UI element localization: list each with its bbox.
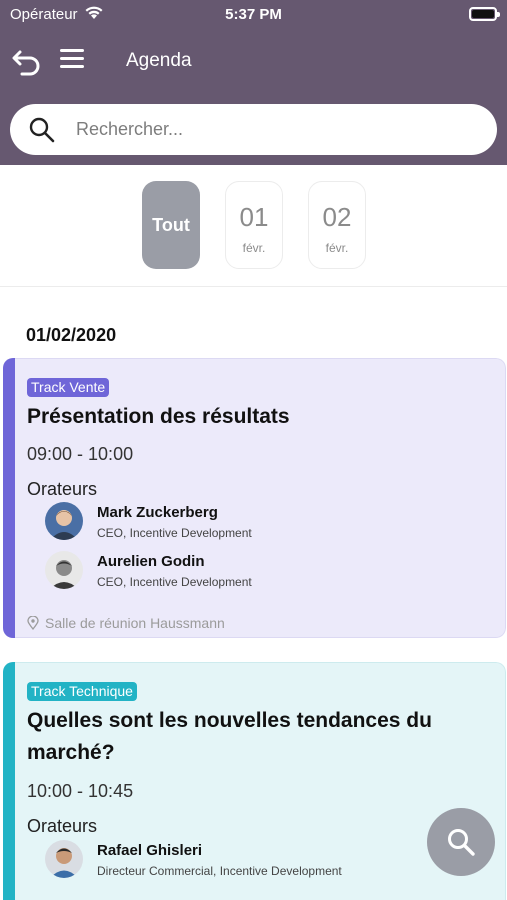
search-bar[interactable]: [10, 104, 497, 155]
session-location-label: Salle de réunion Haussmann: [45, 615, 225, 631]
session-card[interactable]: Track Technique Quelles sont les nouvell…: [3, 662, 506, 900]
status-bar: Opérateur 5:37 PM: [0, 0, 507, 30]
day-chip-all[interactable]: Tout: [142, 181, 200, 269]
session-location: Salle de réunion Haussmann: [27, 615, 225, 631]
search-icon: [29, 117, 55, 143]
session-card-body: Track Technique Quelles sont les nouvell…: [15, 662, 506, 900]
session-title: Quelles sont les nouvelles tendances du …: [27, 709, 432, 764]
session-card[interactable]: Track Vente Présentation des résultats 0…: [3, 358, 506, 638]
day-chip-number: 02: [322, 202, 352, 232]
track-color-bar: [3, 662, 15, 900]
session-time: 09:00 - 10:00: [27, 444, 134, 464]
speakers-label: Orateurs: [27, 479, 98, 499]
menu-icon[interactable]: [60, 49, 84, 71]
day-chip-number: 01: [239, 202, 269, 232]
speaker-name: Mark Zuckerberg: [97, 504, 218, 521]
avatar: [45, 551, 83, 589]
session-time: 10:00 - 10:45: [27, 781, 134, 801]
day-chip-month: févr.: [325, 241, 349, 255]
speaker-item[interactable]: Mark Zuckerberg CEO, Incentive Developme…: [45, 502, 465, 542]
day-chip-01[interactable]: 01 févr.: [225, 181, 283, 269]
day-chip-02[interactable]: 02 févr.: [308, 181, 366, 269]
avatar: [45, 840, 83, 878]
speaker-item[interactable]: Aurelien Godin CEO, Incentive Developmen…: [45, 551, 465, 591]
track-color-bar: [3, 358, 15, 638]
back-icon[interactable]: [10, 44, 44, 78]
nav-bar: Agenda: [0, 40, 507, 80]
app-header: Opérateur 5:37 PM Agenda: [0, 0, 507, 165]
track-badge: Track Vente: [27, 378, 110, 397]
session-card-body: Track Vente Présentation des résultats 0…: [15, 358, 506, 638]
date-filter: Tout 01 févr. 02 févr.: [0, 165, 507, 287]
search-icon: [448, 829, 475, 856]
search-input[interactable]: [76, 112, 476, 147]
track-badge: Track Technique: [27, 682, 137, 701]
speaker-name: Aurelien Godin: [97, 553, 205, 570]
avatar: [45, 502, 83, 540]
battery-icon: [469, 7, 500, 21]
speaker-name: Rafael Ghisleri: [97, 842, 203, 859]
page-title: Agenda: [126, 50, 192, 71]
session-title: Présentation des résultats: [27, 405, 290, 428]
speakers-label: Orateurs: [27, 816, 98, 836]
location-pin-icon: [27, 616, 39, 630]
day-chip-all-label: Tout: [152, 215, 190, 235]
speaker-role: CEO, Incentive Development: [97, 526, 252, 540]
status-time: 5:37 PM: [225, 6, 282, 23]
search-fab-button[interactable]: [427, 808, 495, 876]
day-chip-month: févr.: [242, 241, 266, 255]
speaker-item[interactable]: Rafael Ghisleri Directeur Commercial, In…: [45, 840, 465, 880]
speaker-role: CEO, Incentive Development: [97, 575, 252, 589]
speaker-role: Directeur Commercial, Incentive Developm…: [97, 864, 342, 878]
section-date-header: 01/02/2020: [26, 325, 117, 345]
